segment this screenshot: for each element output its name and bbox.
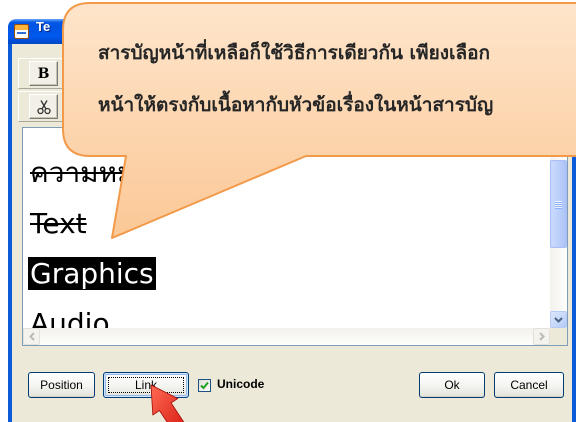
horizontal-scrollbar[interactable] — [23, 328, 550, 345]
page-list-box[interactable]: ความหม Text Graphics Audio — [22, 127, 568, 346]
scissors-icon — [36, 99, 51, 114]
list-item-label: Text — [30, 206, 87, 240]
position-button[interactable]: Position — [28, 372, 95, 398]
vertical-scrollbar[interactable] — [550, 128, 567, 328]
list-item[interactable]: ความหม — [28, 148, 528, 198]
unicode-checkbox-label[interactable]: Unicode — [217, 377, 264, 393]
app-icon — [14, 24, 29, 39]
cut-button[interactable] — [29, 94, 58, 119]
chevron-left-icon — [28, 332, 35, 341]
unicode-checkbox[interactable] — [198, 379, 211, 392]
scrollbar-corner — [550, 328, 567, 345]
chevron-down-icon — [554, 316, 563, 323]
list-item[interactable]: Graphics — [28, 248, 528, 298]
bold-button[interactable]: B — [29, 61, 58, 86]
thumb-grip — [555, 201, 562, 202]
scroll-right-button[interactable] — [533, 328, 550, 345]
list-item-label: ความหม — [30, 156, 136, 189]
list-item-label: Audio — [30, 306, 110, 329]
page-list: ความหม Text Graphics Audio — [23, 128, 550, 328]
list-item[interactable]: Text — [28, 198, 528, 248]
callout-text-line-2: หน้าให้ตรงกับเนื้อหากับหัวข้อเรื่องในหน้… — [98, 94, 494, 116]
ok-button[interactable]: Ok — [419, 372, 485, 398]
chevron-right-icon — [538, 332, 545, 341]
window-title: Te — [36, 19, 51, 34]
scroll-down-button[interactable] — [550, 311, 567, 328]
cancel-button-label: Cancel — [510, 378, 548, 392]
cancel-button[interactable]: Cancel — [494, 372, 564, 398]
list-item-label: Graphics — [28, 256, 156, 290]
checkmark-icon — [200, 381, 209, 390]
chevron-up-icon — [554, 133, 563, 140]
ok-button-label: Ok — [444, 378, 460, 392]
scroll-left-button[interactable] — [23, 328, 40, 345]
scroll-up-button[interactable] — [550, 128, 567, 145]
position-button-label: Position — [40, 378, 83, 392]
link-button[interactable]: Link — [103, 372, 189, 398]
bold-button-label: B — [37, 65, 50, 82]
scrollbar-thumb[interactable] — [550, 160, 567, 248]
callout-text-line-1: สารบัญหน้าที่เหลือก็ใช้วิธีการเดียวกัน เ… — [98, 42, 491, 64]
focus-rect — [108, 377, 184, 393]
list-item[interactable]: Audio — [28, 298, 528, 329]
app-icon-detail — [17, 32, 26, 34]
screen: Te B ความหม Text Graphics Audio Position… — [0, 0, 576, 422]
